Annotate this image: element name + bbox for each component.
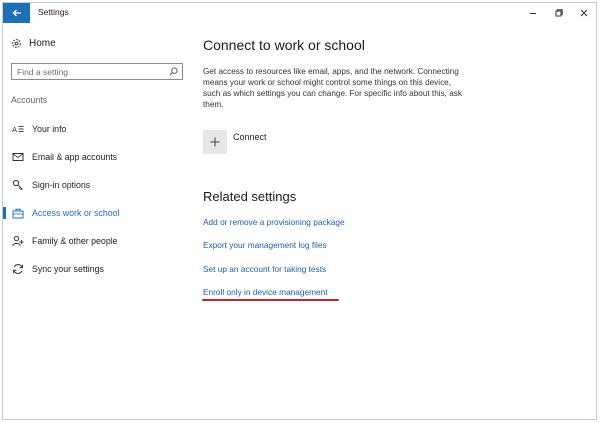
home-label: Home	[29, 38, 56, 49]
sidebar-item-sign-in-options[interactable]: Sign-in options	[3, 174, 183, 196]
search-icon[interactable]	[169, 67, 178, 76]
briefcase-icon	[11, 206, 25, 220]
close-icon	[580, 9, 588, 17]
home-nav-item[interactable]: Home	[11, 38, 56, 49]
minimize-icon	[530, 13, 536, 14]
link-set-up-test-account[interactable]: Set up an account for taking tests	[203, 264, 326, 274]
sidebar-item-label: Your info	[32, 124, 67, 134]
minimize-button[interactable]	[520, 3, 546, 23]
accounts-section-label: Accounts	[11, 95, 48, 105]
sync-icon	[11, 262, 25, 276]
link-provisioning-package[interactable]: Add or remove a provisioning package	[203, 217, 345, 227]
sidebar-item-sync-your-settings[interactable]: Sync your settings	[3, 258, 183, 280]
close-button[interactable]	[571, 3, 597, 23]
gear-icon	[12, 39, 21, 48]
sidebar-item-label: Email & app accounts	[32, 152, 118, 162]
sidebar-item-label: Access work or school	[32, 208, 120, 218]
title-bar: Settings	[3, 3, 596, 23]
sidebar-item-email-app-accounts[interactable]: Email & app accounts	[3, 146, 183, 168]
sidebar-item-label: Sign-in options	[32, 180, 91, 190]
person-add-icon	[11, 234, 25, 248]
page-description: Get access to resources like email, apps…	[203, 67, 462, 109]
settings-window: Settings Home Find a setting Accounts A …	[2, 2, 597, 420]
back-arrow-icon	[12, 9, 21, 17]
main-content: Connect to work or school Get access to …	[202, 23, 593, 419]
search-input[interactable]	[17, 66, 157, 77]
search-box[interactable]	[11, 63, 183, 80]
svg-text:A: A	[12, 125, 17, 134]
link-enroll-device-management[interactable]: Enroll only in device management	[203, 287, 328, 297]
page-title: Connect to work or school	[203, 37, 365, 53]
sidebar: Home Accounts A Your info	[3, 23, 183, 419]
connect-button[interactable]: Connect	[203, 130, 267, 154]
related-settings-heading: Related settings	[203, 189, 297, 204]
sidebar-item-family-other-people[interactable]: Family & other people	[3, 230, 183, 252]
key-icon	[11, 178, 25, 192]
sidebar-item-your-info[interactable]: A Your info	[3, 118, 183, 140]
sidebar-item-label: Sync your settings	[32, 264, 104, 274]
sidebar-item-access-work-or-school[interactable]: Access work or school	[3, 202, 183, 224]
person-card-icon: A	[11, 122, 25, 136]
back-button[interactable]	[3, 3, 30, 23]
restore-icon	[555, 9, 563, 17]
plus-icon	[203, 130, 227, 154]
link-export-management-logs[interactable]: Export your management log files	[203, 240, 327, 250]
annotation-underline	[202, 299, 339, 301]
window-title: Settings	[38, 7, 69, 17]
email-icon	[11, 150, 25, 164]
connect-label: Connect	[233, 132, 267, 142]
maximize-button[interactable]	[546, 3, 572, 23]
sidebar-item-label: Family & other people	[32, 236, 118, 246]
